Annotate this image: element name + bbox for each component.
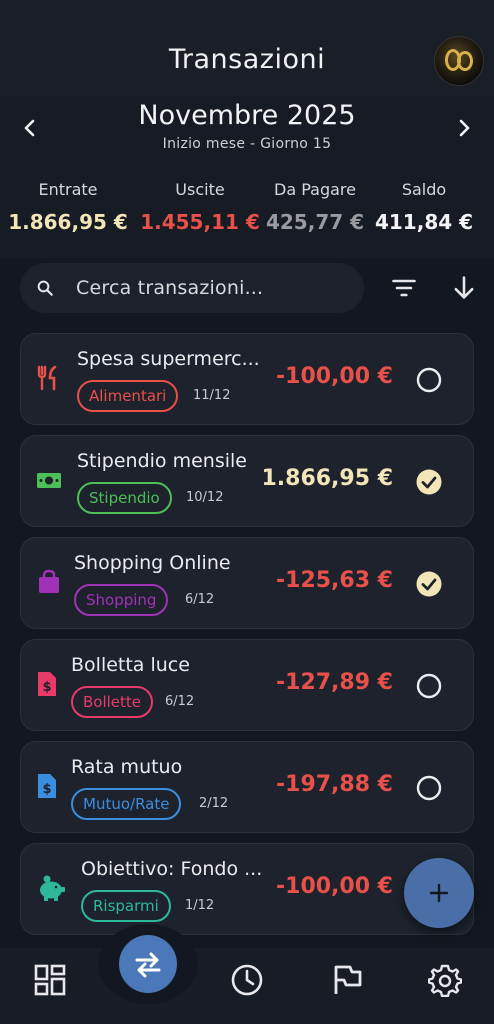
plus-icon — [429, 883, 449, 903]
category-tag: Alimentari — [77, 380, 179, 412]
transaction-name: Shopping Online — [74, 552, 231, 574]
transaction-card[interactable]: Spesa supermerc... Alimentari 11/12 -100… — [20, 333, 474, 425]
transaction-card[interactable]: $ Rata mutuo Mutuo/Rate 2/12 -197,88 € — [20, 741, 474, 833]
filter-icon[interactable] — [390, 274, 418, 302]
search-placeholder: Cerca transazioni... — [76, 277, 264, 299]
transaction-date: 6/12 — [185, 592, 215, 607]
shopping-bag-icon — [39, 569, 59, 593]
summary-label: Saldo — [401, 180, 447, 199]
transfer-icon — [135, 952, 161, 978]
transaction-name: Spesa supermerc... — [77, 348, 260, 370]
transaction-date: 6/12 — [165, 694, 195, 709]
summary-expenses: Uscite 1.455,11 € — [140, 180, 260, 234]
add-transaction-button[interactable] — [404, 858, 474, 928]
transaction-amount: -197,88 € — [276, 772, 393, 797]
transaction-name: Bolletta luce — [71, 654, 190, 676]
transaction-amount: -127,89 € — [276, 670, 393, 695]
transaction-card[interactable]: Stipendio mensile Stipendio 10/12 1.866,… — [20, 435, 474, 527]
summary-label: Uscite — [175, 180, 225, 199]
goals-flag-icon[interactable] — [330, 963, 364, 997]
paid-check-icon[interactable] — [415, 570, 443, 598]
unpaid-circle-icon[interactable] — [415, 774, 443, 802]
category-tag: Stipendio — [77, 482, 172, 514]
settings-gear-icon[interactable] — [428, 963, 462, 997]
category-tag: Mutuo/Rate — [71, 788, 182, 820]
avatar[interactable] — [434, 36, 484, 86]
invoice-icon: $ — [38, 672, 56, 696]
unpaid-circle-icon[interactable] — [415, 672, 443, 700]
search-icon — [37, 280, 53, 296]
transaction-date: 1/12 — [185, 898, 215, 913]
month-title: Novembre 2025 — [138, 100, 356, 131]
transaction-card[interactable]: $ Bolletta luce Bollette 6/12 -127,89 € — [20, 639, 474, 731]
search-input[interactable]: Cerca transazioni... — [20, 263, 364, 313]
transaction-name: Stipendio mensile — [77, 450, 247, 472]
category-tag: Bollette — [71, 686, 154, 718]
transaction-amount: -125,63 € — [276, 568, 393, 593]
unpaid-circle-icon[interactable] — [415, 366, 443, 394]
dashboard-icon[interactable] — [33, 963, 67, 997]
invoice-icon: $ — [38, 774, 56, 798]
category-tag: Shopping — [74, 584, 169, 616]
transaction-date: 11/12 — [193, 388, 231, 403]
svg-text:$: $ — [42, 680, 51, 695]
summary-label: Da Pagare — [274, 180, 356, 199]
summary-value: 1.455,11 € — [140, 210, 260, 234]
summary-income: Entrate 1.866,95 € — [8, 180, 128, 234]
paid-check-icon[interactable] — [415, 468, 443, 496]
period-subtitle: Inizio mese - Giorno 15 — [162, 136, 332, 152]
transaction-card[interactable]: Shopping Online Shopping 6/12 -125,63 € — [20, 537, 474, 629]
summary-value: 425,77 € — [265, 210, 365, 234]
transaction-amount: -100,00 € — [276, 874, 393, 899]
summary-value: 1.866,95 € — [8, 210, 128, 234]
transaction-amount: -100,00 € — [276, 364, 393, 389]
page-title: Transazioni — [168, 44, 326, 75]
transaction-date: 10/12 — [186, 490, 224, 505]
summary-to-pay: Da Pagare 425,77 € — [255, 180, 375, 234]
money-icon — [37, 473, 61, 488]
cutlery-icon — [37, 365, 57, 391]
sort-arrow-down-icon[interactable] — [450, 274, 478, 302]
transaction-date: 2/12 — [199, 796, 229, 811]
piggy-bank-icon — [40, 875, 65, 901]
transaction-amount: 1.866,95 € — [261, 466, 393, 491]
transaction-name: Rata mutuo — [71, 756, 183, 778]
summary-value: 411,84 € — [374, 210, 474, 234]
app-header: Transazioni — [0, 0, 494, 96]
svg-text:$: $ — [42, 782, 51, 797]
transaction-name: Obiettivo: Fondo ... — [81, 858, 263, 880]
summary-label: Entrate — [38, 180, 98, 199]
summary-balance: Saldo 411,84 € — [364, 180, 484, 234]
category-tag: Risparmi — [81, 890, 171, 922]
avatar-ring-right — [457, 51, 473, 71]
history-icon[interactable] — [230, 963, 264, 997]
transactions-nav-button[interactable] — [119, 935, 177, 993]
